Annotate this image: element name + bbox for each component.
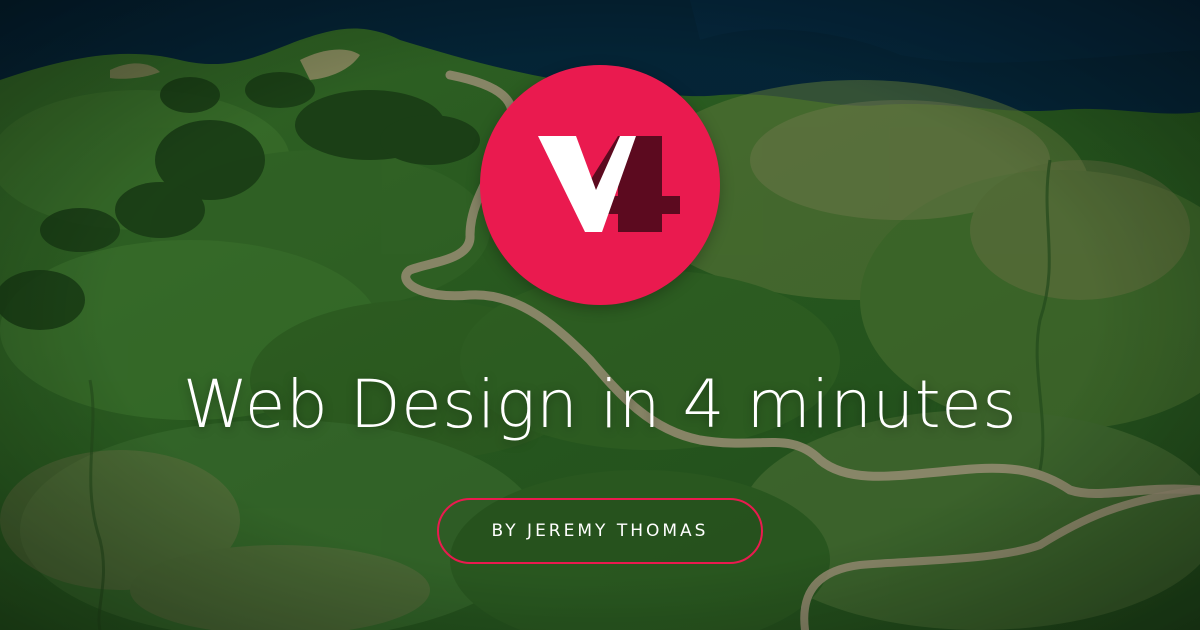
author-byline-button[interactable]: BY JEREMY THOMAS xyxy=(437,498,763,564)
page-title: Web Design in 4 minutes xyxy=(182,366,1018,443)
v4-logo-icon xyxy=(538,136,680,232)
logo-badge[interactable] xyxy=(480,65,720,305)
